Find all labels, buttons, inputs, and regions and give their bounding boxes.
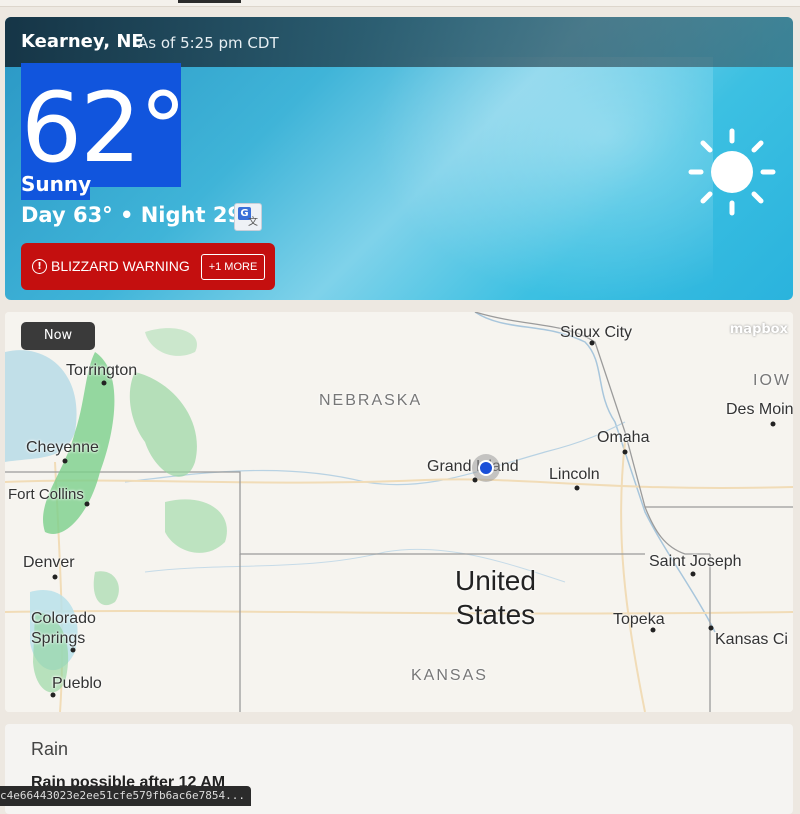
city-label: Cheyenne	[26, 439, 99, 456]
radar-timestamp-badge[interactable]: Now	[21, 322, 95, 350]
country-label: United States	[455, 565, 536, 630]
city-label: Lincoln	[549, 466, 600, 483]
city-label: Pueblo	[52, 675, 102, 692]
current-location-marker[interactable]	[471, 453, 501, 483]
active-tab-indicator	[178, 0, 241, 3]
state-label: IOW	[753, 372, 791, 389]
more-alerts-button[interactable]: +1 MORE	[201, 254, 265, 280]
city-label: Fort Collins	[8, 486, 84, 503]
alert-icon: !	[32, 259, 47, 274]
mapbox-logo: mapbox	[729, 322, 788, 337]
radar-map[interactable]: Now mapbox NEBRASKA KANSAS IOW United St…	[5, 312, 793, 712]
city-label: Des Moin	[726, 401, 793, 418]
current-conditions-card[interactable]: Kearney, NE As of 5:25 pm CDT 62° Sunny …	[5, 17, 793, 300]
day-night-temperatures: Day 63° • Night 29°	[21, 203, 253, 227]
city-label: Kansas Ci	[715, 631, 788, 648]
state-label: NEBRASKA	[319, 392, 423, 409]
city-label: Torrington	[66, 362, 138, 379]
translate-icon[interactable]: G文	[234, 203, 262, 231]
card-header: Kearney, NE As of 5:25 pm CDT	[5, 17, 793, 67]
location-name: Kearney, NE	[21, 31, 144, 52]
city-label: Topeka	[613, 611, 665, 628]
observation-time: As of 5:25 pm CDT	[138, 34, 279, 52]
city-label: Omaha	[597, 429, 650, 446]
top-tab-strip	[0, 0, 800, 7]
city-label: Sioux City	[560, 324, 633, 341]
current-temperature: 62°	[21, 72, 187, 184]
city-label: Saint Joseph	[649, 553, 742, 570]
status-bar-url: c4e66443023e2ee51cfe579fb6ac6e7854...	[0, 786, 252, 806]
weather-alert-button[interactable]: ! BLIZZARD WARNING +1 MORE	[21, 243, 275, 290]
sun-icon	[688, 128, 776, 216]
condition-phrase: Sunny	[21, 172, 92, 196]
alert-label: BLIZZARD WARNING	[51, 258, 190, 274]
city-label: Denver	[23, 554, 75, 571]
city-label: Colorado Springs	[31, 610, 96, 647]
card-background-glow	[353, 57, 713, 300]
rain-card-title: Rain	[31, 739, 69, 759]
state-label: KANSAS	[411, 667, 488, 684]
